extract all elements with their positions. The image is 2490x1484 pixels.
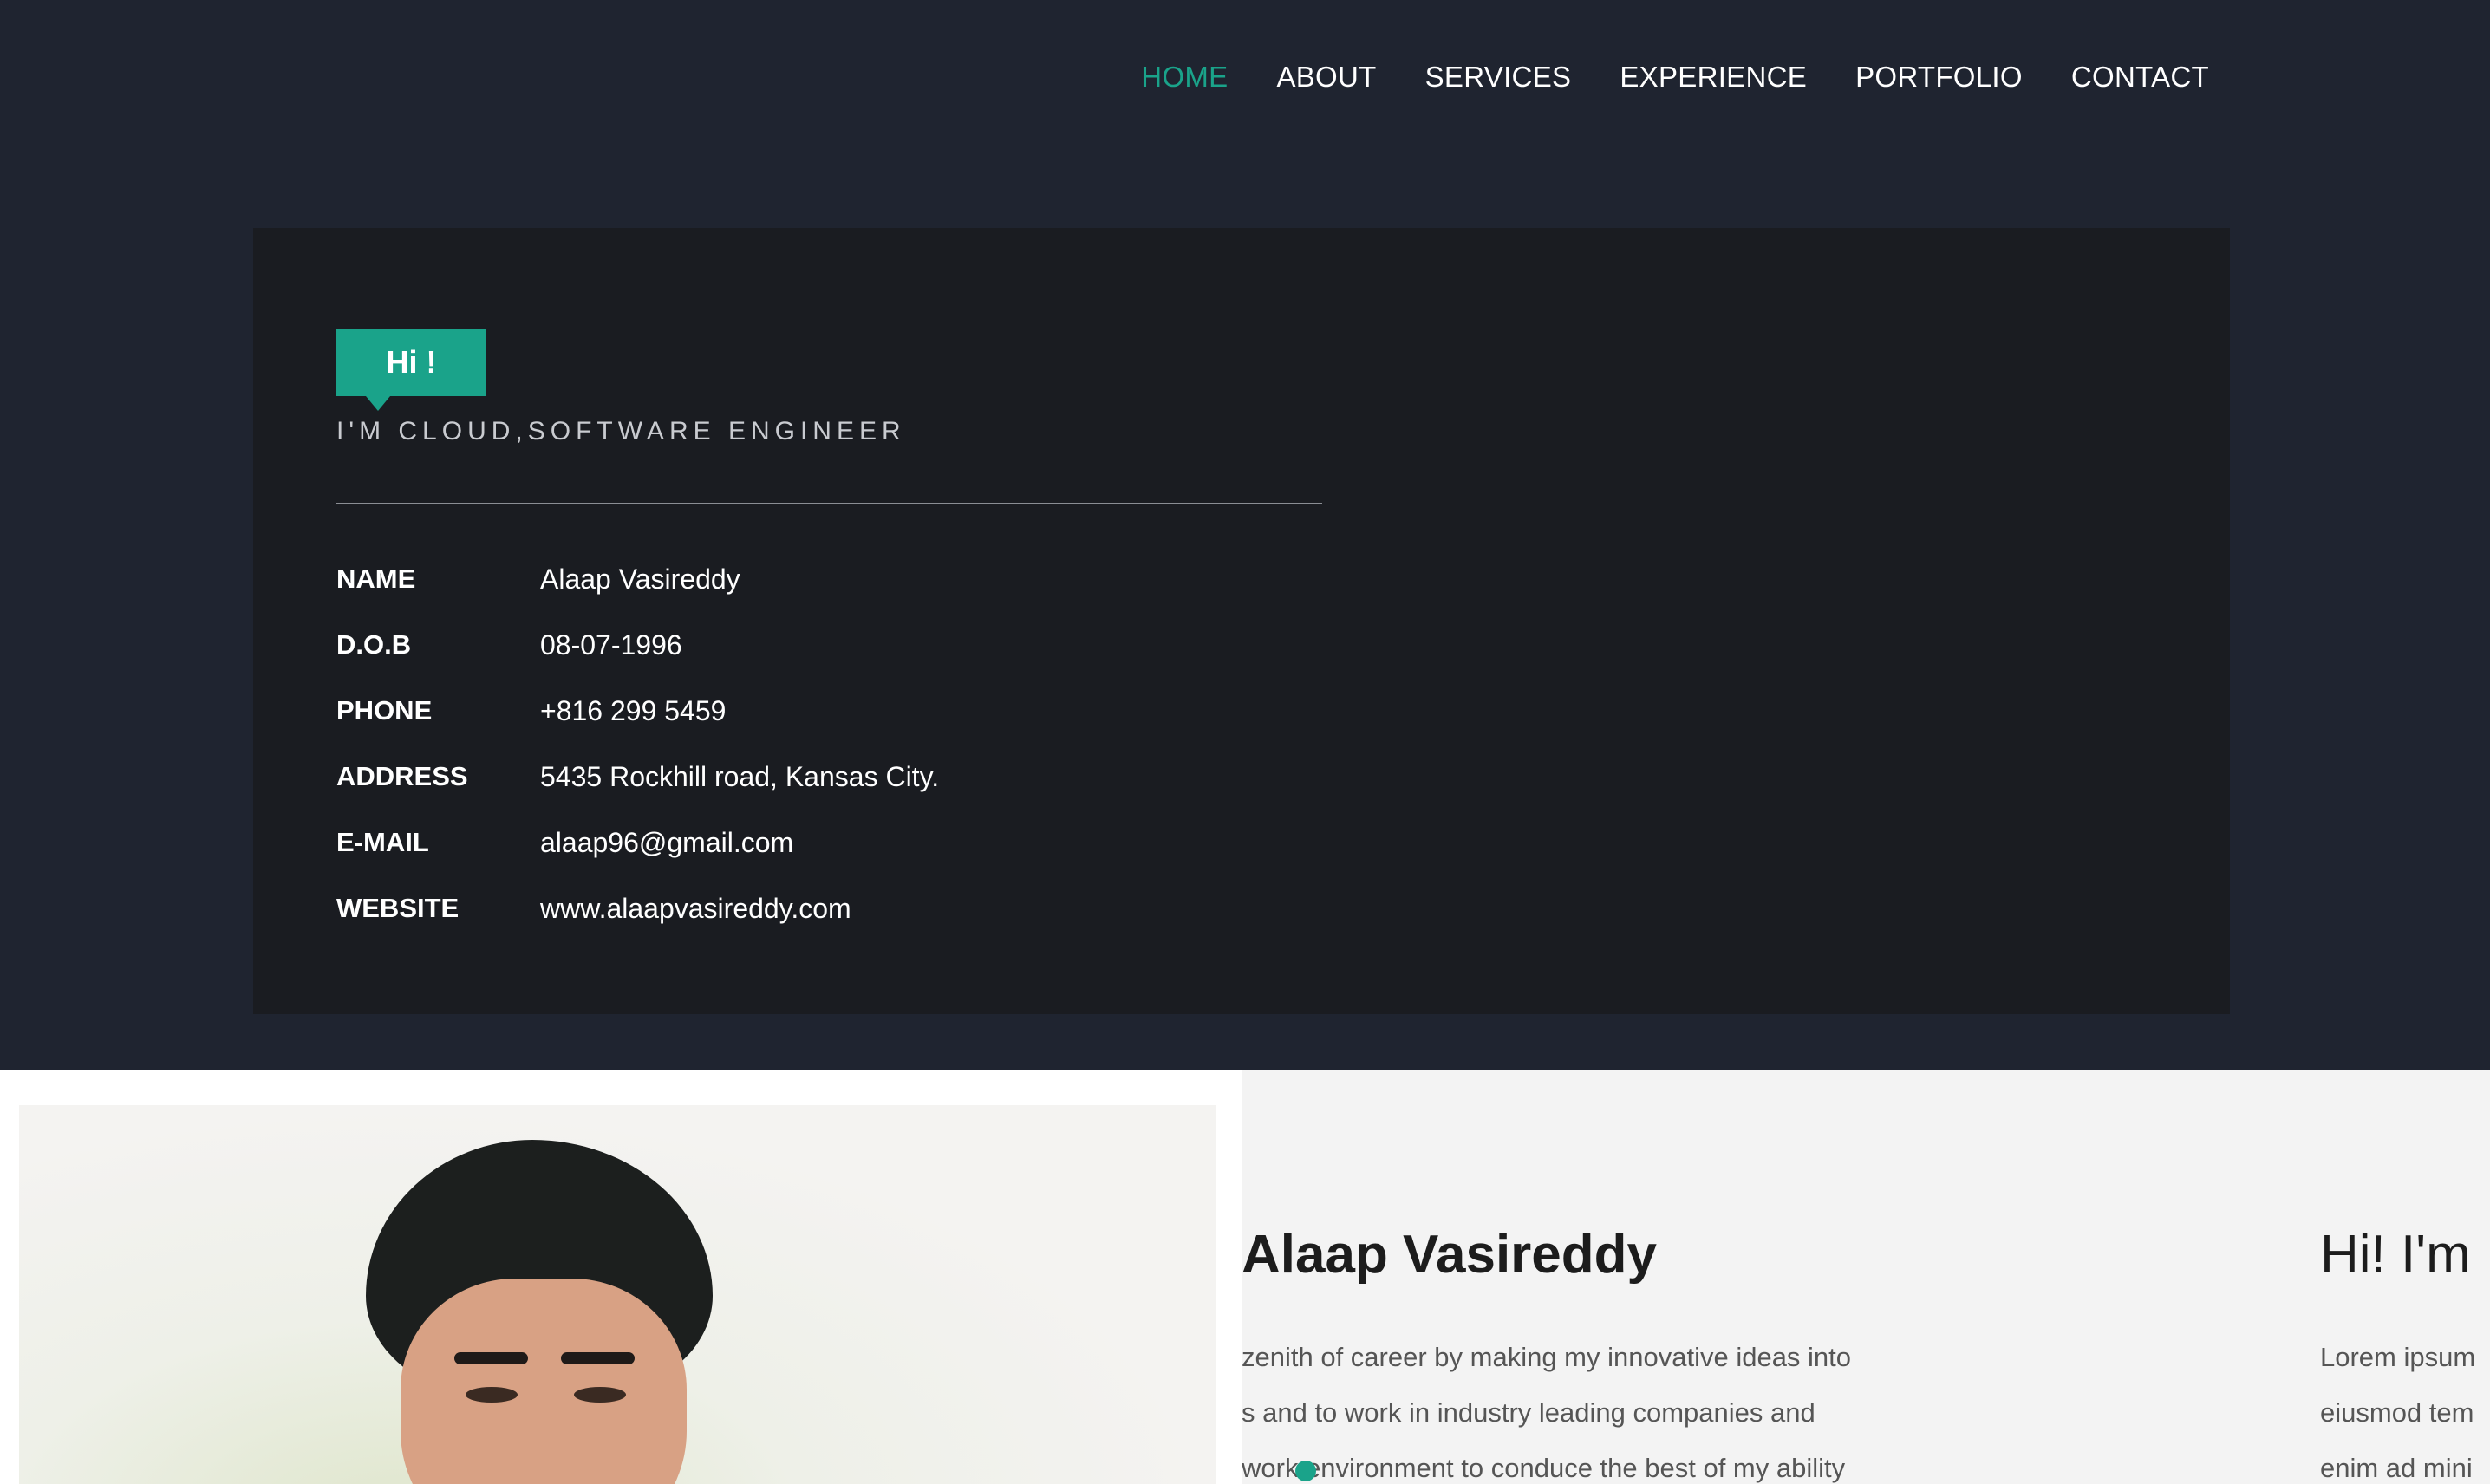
- info-key: ADDRESS: [336, 761, 468, 791]
- info-row-name: NAME Alaap Vasireddy: [336, 546, 939, 612]
- profile-photo: [19, 1105, 1216, 1484]
- about-line: work environment to conduce the best of …: [1242, 1453, 1846, 1483]
- info-key: D.O.B: [336, 629, 412, 660]
- photo-eye-left: [466, 1387, 518, 1403]
- photo-brow-left: [454, 1352, 528, 1364]
- info-key: PHONE: [336, 695, 433, 726]
- role-subtitle: I'M CLOUD,SOFTWARE ENGINEER: [336, 417, 906, 446]
- nav-link-portfolio[interactable]: PORTFOLIO: [1855, 61, 2023, 94]
- about-line: s and to work in industry leading compan…: [1242, 1397, 1815, 1428]
- photo-brow-right: [561, 1352, 635, 1364]
- info-row-website: WEBSITE www.alaapvasireddy.com: [336, 875, 939, 941]
- slide2-heading: Hi! I'm: [2320, 1225, 2471, 1285]
- info-value: 5435 Rockhill road, Kansas City.: [540, 760, 940, 792]
- photo-face: [401, 1279, 687, 1484]
- info-value: +816 299 5459: [540, 694, 727, 726]
- info-row-address: ADDRESS 5435 Rockhill road, Kansas City.: [336, 744, 939, 810]
- about-line: zenith of career by making my innovative…: [1242, 1342, 1852, 1372]
- slide2-paragraph: Lorem ipsum eiusmod tem enim ad mini: [2320, 1330, 2475, 1484]
- info-row-phone: PHONE +816 299 5459: [336, 678, 939, 744]
- about-name-heading: Alaap Vasireddy: [1242, 1225, 1658, 1285]
- slide2-line: Lorem ipsum: [2320, 1342, 2476, 1372]
- info-value: alaap96@gmail.com: [540, 826, 794, 858]
- nav-link-contact[interactable]: CONTACT: [2071, 61, 2209, 94]
- personal-info-table: NAME Alaap Vasireddy D.O.B 08-07-1996 PH…: [336, 546, 939, 941]
- nav-link-about[interactable]: ABOUT: [1276, 61, 1376, 94]
- divider: [336, 503, 1322, 504]
- top-navigation: HOME ABOUT SERVICES EXPERIENCE PORTFOLIO…: [0, 0, 2490, 165]
- info-key: NAME: [336, 563, 416, 594]
- nav-link-services[interactable]: SERVICES: [1425, 61, 1572, 94]
- slide2-line: enim ad mini: [2320, 1453, 2473, 1483]
- info-row-email: E-MAIL alaap96@gmail.com: [336, 810, 939, 875]
- info-key: E-MAIL: [336, 827, 429, 857]
- info-value: 08-07-1996: [540, 628, 682, 661]
- nav-link-experience[interactable]: EXPERIENCE: [1620, 61, 1807, 94]
- info-value: Alaap Vasireddy: [540, 563, 740, 595]
- photo-eye-right: [574, 1387, 626, 1403]
- about-section: Alaap Vasireddy zenith of career by maki…: [0, 1070, 2490, 1484]
- slide2-line: eiusmod tem: [2320, 1397, 2474, 1428]
- greeting-badge: Hi !: [336, 329, 486, 411]
- nav-menu: HOME ABOUT SERVICES EXPERIENCE PORTFOLIO…: [1141, 61, 2209, 94]
- about-paragraph: zenith of career by making my innovative…: [1242, 1330, 2004, 1484]
- info-value: www.alaapvasireddy.com: [540, 892, 851, 924]
- info-row-dob: D.O.B 08-07-1996: [336, 612, 939, 678]
- info-key: WEBSITE: [336, 893, 460, 923]
- slider-dot[interactable]: [1295, 1461, 1316, 1481]
- nav-link-home[interactable]: HOME: [1141, 61, 1228, 94]
- hero-card: Hi ! I'M CLOUD,SOFTWARE ENGINEER NAME Al…: [253, 228, 2230, 1014]
